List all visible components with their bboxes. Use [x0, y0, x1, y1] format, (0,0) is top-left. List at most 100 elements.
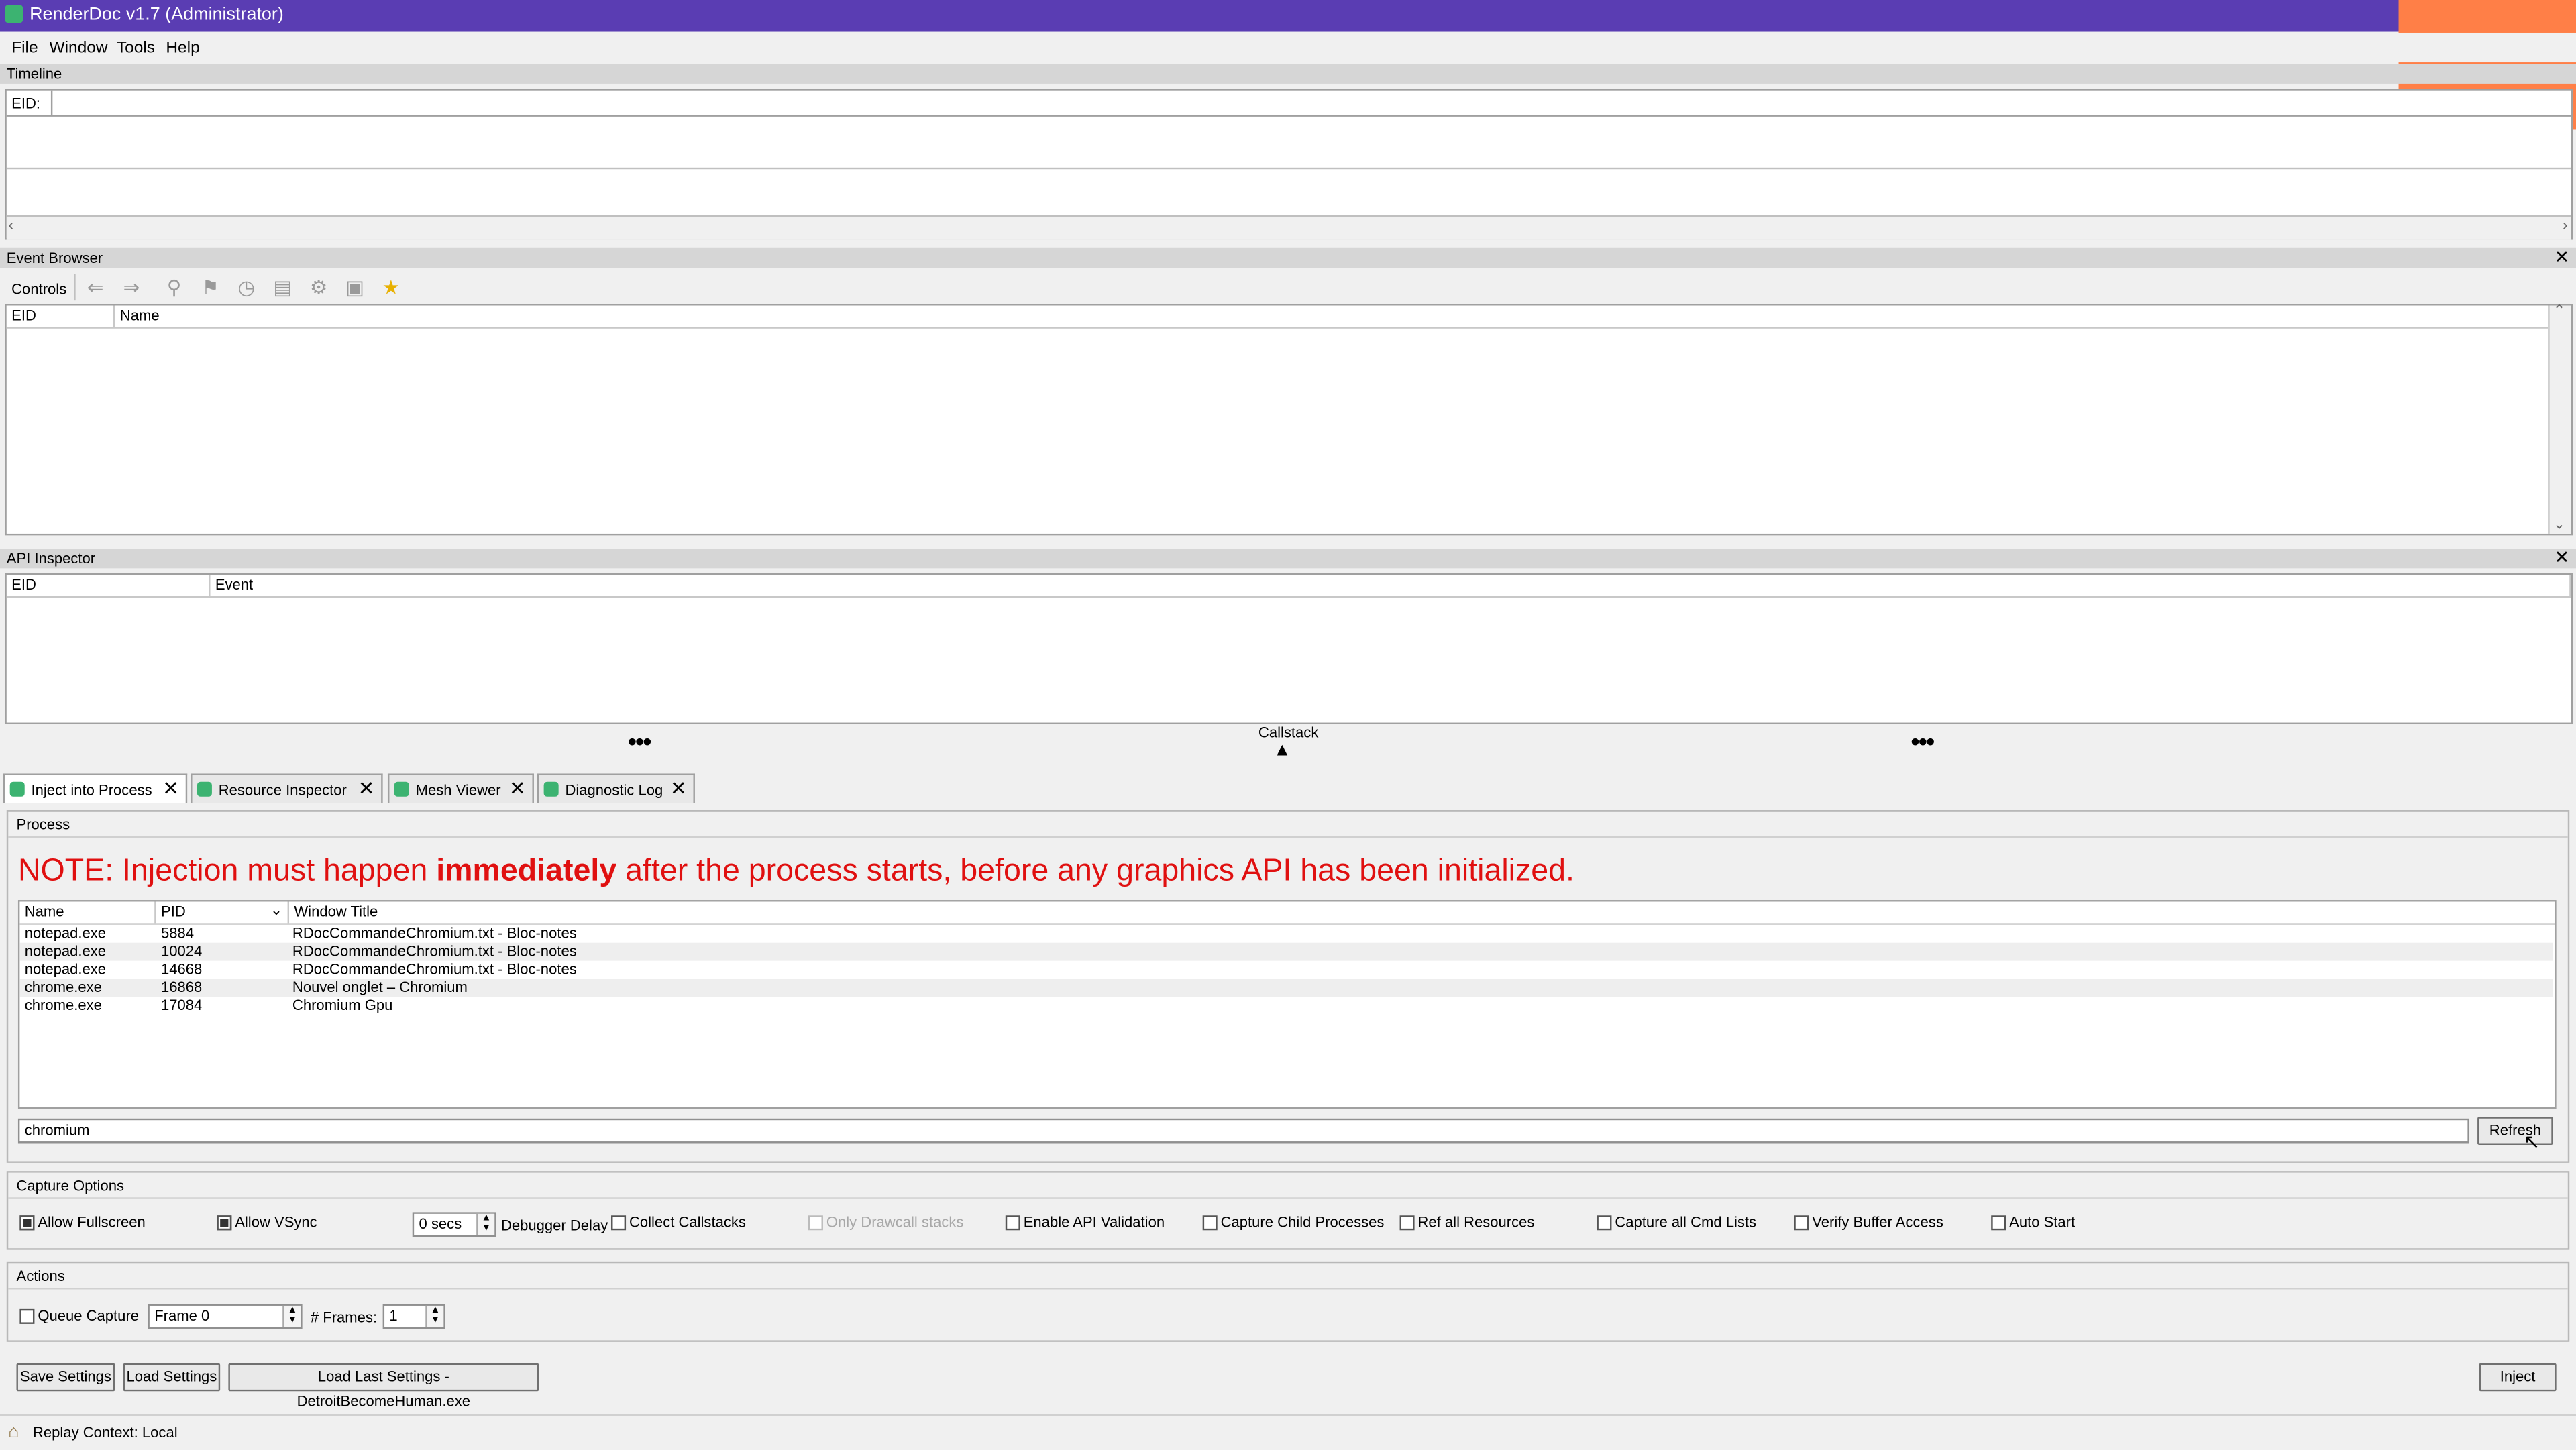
window-title: RenderDoc v1.7 (Administrator): [30, 5, 284, 25]
tab-mesh-viewer[interactable]: Mesh Viewer ✕: [387, 773, 534, 803]
collect-callstacks-checkbox[interactable]: Collect Callstacks: [611, 1214, 746, 1231]
find-icon[interactable]: ⚲: [161, 274, 187, 300]
allow-fullscreen-checkbox[interactable]: Allow Fullscreen: [19, 1213, 146, 1231]
column-pid[interactable]: PID ⌄: [156, 901, 290, 924]
divider: [50, 90, 53, 115]
renderdoc-tab-icon: [197, 781, 212, 797]
export-icon[interactable]: ▤: [270, 274, 296, 300]
capture-child-processes-checkbox[interactable]: Capture Child Processes: [1202, 1213, 1385, 1231]
checkbox-box: [19, 1215, 35, 1231]
tab-label: Resource Inspector: [218, 781, 347, 799]
capture-options-group: Capture Options: [6, 1171, 2570, 1250]
capture-all-cmd-lists-checkbox[interactable]: Capture all Cmd Lists: [1597, 1214, 1756, 1231]
checkbox-box: [611, 1215, 627, 1231]
close-icon[interactable]: ✕: [2555, 547, 2570, 568]
controls-label: Controls: [11, 280, 67, 298]
scroll-right-icon[interactable]: ›: [2563, 217, 2568, 235]
checkbox-label: Auto Start: [2009, 1213, 2076, 1231]
verify-buffer-access-checkbox[interactable]: Verify Buffer Access: [1794, 1214, 1943, 1231]
process-window-title: RDocCommandeChromium.txt - Bloc-notes: [292, 942, 577, 960]
menu-tools[interactable]: Tools: [117, 40, 155, 58]
table-row[interactable]: chrome.exe 16868 Nouvel onglet – Chromiu…: [19, 979, 2553, 997]
checkbox-box: [1399, 1215, 1415, 1231]
process-pid: 17084: [161, 997, 203, 1014]
close-icon[interactable]: ✕: [358, 777, 375, 799]
menu-window[interactable]: Window: [49, 40, 107, 58]
queue-capture-checkbox[interactable]: Queue Capture: [19, 1307, 139, 1324]
splitter-handle-left[interactable]: •••: [628, 729, 652, 759]
column-name[interactable]: Name: [19, 901, 156, 924]
close-icon[interactable]: ✕: [2555, 246, 2570, 268]
menu-help[interactable]: Help: [166, 40, 199, 58]
close-icon[interactable]: ✕: [509, 777, 526, 799]
process-name: notepad.exe: [24, 960, 107, 978]
frames-count-spinbox[interactable]: 1 ▲ ▼: [382, 1304, 445, 1329]
column-event[interactable]: Event: [210, 575, 2571, 596]
load-settings-button[interactable]: Load Settings: [123, 1363, 221, 1392]
load-last-settings-button[interactable]: Load Last Settings - DetroitBecomeHuman.…: [228, 1363, 539, 1409]
close-icon[interactable]: ✕: [162, 777, 179, 799]
back-arrow-icon[interactable]: ⇐: [82, 274, 108, 300]
checkbox-box: [1005, 1215, 1020, 1231]
allow-vsync-checkbox[interactable]: Allow VSync: [217, 1214, 317, 1231]
injection-note: NOTE: Injection must happen immediately …: [18, 854, 1574, 890]
save-icon[interactable]: ▣: [341, 274, 368, 300]
inject-button[interactable]: Inject: [2479, 1363, 2557, 1392]
column-eid[interactable]: EID: [7, 305, 115, 327]
checkbox-box: [19, 1308, 35, 1324]
auto-start-checkbox[interactable]: Auto Start: [1991, 1213, 2076, 1231]
title-bar: RenderDoc v1.7 (Administrator): [0, 0, 2576, 32]
tab-inject-into-process[interactable]: Inject into Process ✕: [3, 773, 188, 803]
enable-api-validation-checkbox[interactable]: Enable API Validation: [1005, 1214, 1165, 1231]
splitter-handle-right[interactable]: •••: [1911, 729, 1935, 759]
process-name: chrome.exe: [24, 979, 102, 996]
expand-triangle-icon[interactable]: ▲: [1273, 740, 1291, 760]
spin-arrows-icon[interactable]: ▲ ▼: [282, 1305, 301, 1327]
spin-arrows-icon[interactable]: ▲ ▼: [425, 1305, 444, 1327]
scroll-left-icon[interactable]: ‹: [8, 217, 13, 235]
event-browser-title: Event Browser: [6, 249, 103, 266]
debugger-delay-spinbox[interactable]: 0 secs ▲ ▼: [412, 1212, 496, 1237]
table-row[interactable]: chrome.exe 17084 Chromium Gpu: [19, 997, 2553, 1015]
tab-diagnostic-log[interactable]: Diagnostic Log ✕: [537, 773, 695, 803]
bookmark-flag-icon[interactable]: ⚑: [197, 274, 223, 300]
table-row[interactable]: notepad.exe 14668 RDocCommandeChromium.t…: [19, 961, 2553, 979]
event-browser-header: Event Browser ✕: [0, 246, 2576, 268]
process-window-title: RDocCommandeChromium.txt - Bloc-notes: [292, 924, 577, 942]
column-eid[interactable]: EID: [7, 575, 211, 596]
timeline-panel[interactable]: EID: ‹ ›: [5, 89, 2573, 240]
table-row[interactable]: notepad.exe 10024 RDocCommandeChromium.t…: [19, 942, 2553, 961]
checkbox-label: Capture Child Processes: [1220, 1213, 1385, 1231]
timeline-horizontal-scrollbar[interactable]: ‹ ›: [6, 215, 2571, 240]
checkbox-box: [1597, 1215, 1612, 1231]
settings-gear-icon[interactable]: ⚙: [306, 274, 332, 300]
renderdoc-tab-icon: [543, 781, 559, 797]
checkbox-label: Allow Fullscreen: [38, 1213, 146, 1231]
column-window-title[interactable]: Window Title: [289, 902, 2555, 924]
star-icon[interactable]: ★: [378, 274, 404, 300]
divider: [74, 274, 76, 301]
scroll-down-icon[interactable]: ⌄: [2553, 516, 2565, 534]
spin-arrows-icon[interactable]: ▲ ▼: [476, 1213, 495, 1235]
event-browser-vertical-scrollbar[interactable]: ⌃ ⌄: [2548, 302, 2571, 534]
process-filter-input[interactable]: chromium: [17, 1118, 2469, 1144]
mouse-cursor-icon: ↖: [2523, 1129, 2540, 1154]
process-table-header: Name PID ⌄ Window Title: [19, 901, 2555, 925]
tab-resource-inspector[interactable]: Resource Inspector ✕: [191, 773, 383, 803]
refresh-button[interactable]: Refresh: [2477, 1117, 2553, 1145]
queue-frame-spinbox[interactable]: Frame 0 ▲ ▼: [148, 1304, 303, 1329]
timing-clock-icon[interactable]: ◷: [233, 274, 260, 300]
forward-arrow-icon[interactable]: ⇒: [118, 274, 144, 300]
process-window-title: RDocCommandeChromium.txt - Bloc-notes: [292, 960, 577, 978]
api-inspector-list[interactable]: EID Event: [5, 573, 2573, 725]
only-drawcall-stacks-checkbox: Only Drawcall stacks: [808, 1214, 963, 1231]
event-browser-list[interactable]: EID Name ⌃ ⌄: [5, 302, 2573, 536]
renderdoc-window: RenderDoc v1.7 (Administrator) File Wind…: [0, 0, 2576, 1450]
table-row[interactable]: notepad.exe 5884 RDocCommandeChromium.tx…: [19, 925, 2553, 943]
save-settings-button[interactable]: Save Settings: [16, 1363, 115, 1392]
column-name[interactable]: Name: [115, 305, 2550, 327]
menu-file[interactable]: File: [11, 40, 38, 58]
scroll-up-icon[interactable]: ⌃: [2553, 302, 2565, 321]
close-icon[interactable]: ✕: [670, 777, 687, 799]
ref-all-resources-checkbox[interactable]: Ref all Resources: [1399, 1214, 1534, 1231]
